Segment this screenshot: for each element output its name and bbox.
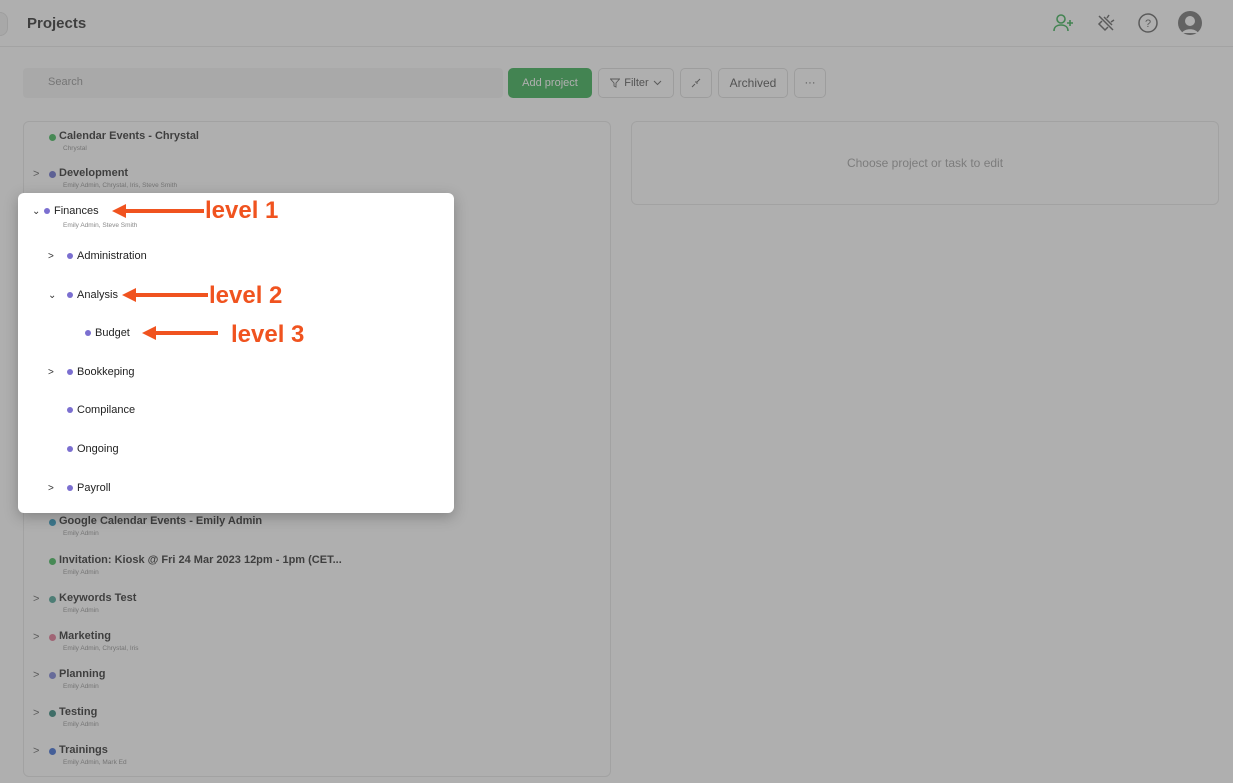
tree-node-compilance[interactable]: Compilance	[67, 402, 135, 418]
status-dot	[85, 330, 91, 336]
tree-node-label: Payroll	[77, 482, 111, 494]
arrow-icon	[112, 204, 204, 218]
tree-node-analysis[interactable]: ⌄ Analysis	[48, 287, 118, 303]
chevron-down-icon[interactable]: ⌄	[48, 290, 60, 301]
tree-node-label: Finances	[54, 205, 99, 217]
status-dot	[67, 446, 73, 452]
status-dot	[67, 253, 73, 259]
annotation-level-1: level 1	[205, 197, 279, 224]
chevron-right-icon[interactable]: >	[48, 483, 60, 494]
status-dot	[67, 485, 73, 491]
status-dot	[67, 292, 73, 298]
tree-node-label: Administration	[77, 250, 147, 262]
annotation-level-2: level 2	[209, 282, 283, 309]
status-dot	[67, 369, 73, 375]
arrow-icon	[122, 288, 208, 302]
tree-node-payroll[interactable]: > Payroll	[48, 480, 111, 496]
status-dot	[67, 407, 73, 413]
chevron-right-icon[interactable]: >	[48, 367, 60, 378]
tree-node-administration[interactable]: > Administration	[48, 248, 147, 264]
chevron-down-icon[interactable]: ⌄	[32, 206, 44, 217]
tree-node-label: Compilance	[77, 404, 136, 416]
annotation-level-3: level 3	[231, 321, 305, 348]
tree-node-finances[interactable]: ⌄ Finances	[32, 203, 99, 219]
status-dot	[44, 208, 50, 214]
arrow-icon	[142, 326, 218, 340]
tree-node-label: Analysis	[77, 289, 118, 301]
tree-node-label: Budget	[95, 327, 130, 339]
tree-node-budget[interactable]: Budget	[85, 325, 130, 341]
finances-tree-popup: ⌄ Finances Emily Admin, Steve Smith > Ad…	[18, 193, 454, 513]
tree-node-ongoing[interactable]: Ongoing	[67, 441, 119, 457]
tree-node-label: Ongoing	[77, 443, 119, 455]
project-members: Emily Admin, Steve Smith	[63, 222, 138, 229]
tree-node-label: Bookkeping	[77, 366, 135, 378]
chevron-right-icon[interactable]: >	[48, 251, 60, 262]
tree-node-bookkeping[interactable]: > Bookkeping	[48, 364, 135, 380]
